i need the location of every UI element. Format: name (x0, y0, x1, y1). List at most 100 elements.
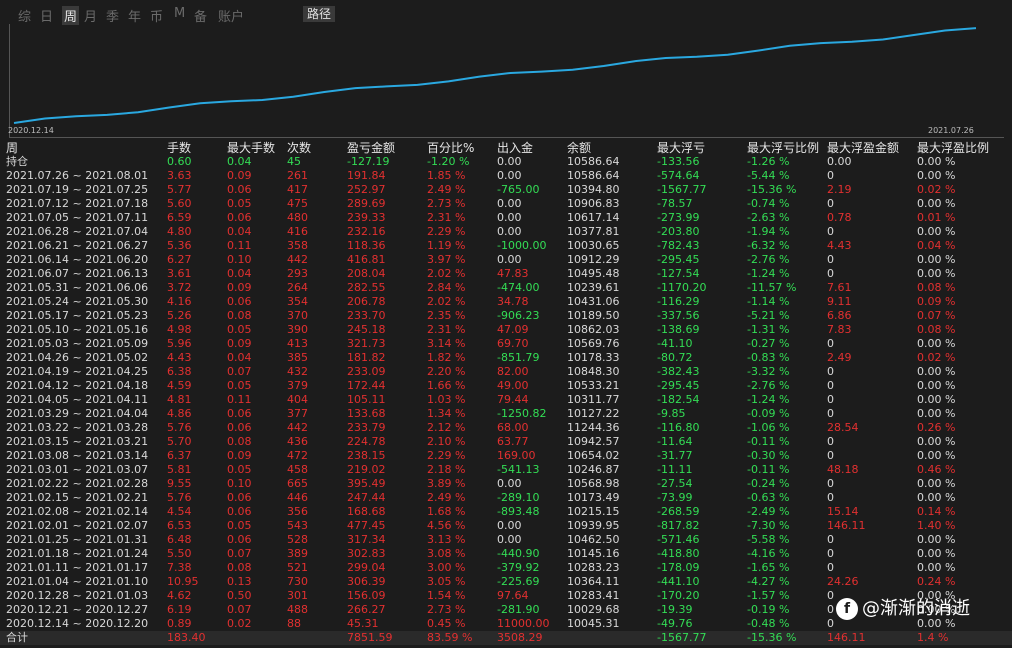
cell-col-6: 82.00 (497, 365, 529, 378)
cell-col-3: 354 (287, 295, 308, 308)
cell-col-5: 3.08 % (427, 547, 466, 560)
cell-col-10: 2.19 (827, 183, 852, 196)
route-button[interactable]: 路径 (303, 6, 336, 22)
cell-col-8: -295.45 (657, 253, 700, 266)
cell-col-3: 404 (287, 393, 308, 406)
equity-chart-svg (13, 27, 977, 124)
cell-col-6: 34.78 (497, 295, 529, 308)
cell-col-9: -0.24 % (747, 477, 790, 490)
cell-col-5: -1.20 % (427, 155, 470, 168)
cell-col-10: 0 (827, 561, 834, 574)
cell-col-0: 2021.02.15 ~ 2021.02.21 (6, 491, 149, 504)
cell-col-0: 2021.03.08 ~ 2021.03.14 (6, 449, 149, 462)
cell-col-2: 0.04 (227, 267, 252, 280)
cell-col-8: -1170.20 (657, 281, 707, 294)
cell-col-7: 10127.22 (567, 407, 620, 420)
tab-2[interactable]: 周 (62, 6, 80, 25)
cell-col-4: 306.39 (347, 575, 386, 588)
cell-col-9: -1.14 % (747, 295, 790, 308)
cell-col-2: 0.13 (227, 575, 252, 588)
cell-col-5: 3.89 % (427, 477, 466, 490)
cell-col-3: 301 (287, 589, 308, 602)
cell-col-4: 168.68 (347, 505, 386, 518)
cell-col-7: 11244.36 (567, 421, 620, 434)
table-row: 2021.04.26 ~ 2021.05.02 4.43 0.04 385 181.82… (0, 351, 1012, 365)
table-row: 2021.06.07 ~ 2021.06.13 3.61 0.04 293 208.04… (0, 267, 1012, 281)
tab-4[interactable]: 季 (106, 6, 119, 25)
cell-col-11: 0.02 % (917, 183, 956, 196)
cell-col-4: 191.84 (347, 169, 386, 182)
table-row: 2021.06.28 ~ 2021.07.04 4.80 0.04 416 232.16… (0, 225, 1012, 239)
cell-col-9: -0.11 % (747, 463, 790, 476)
chart-start-date: 2020.12.14 (8, 126, 54, 135)
cell-col-3: 442 (287, 253, 308, 266)
cell-col-10: 0 (827, 547, 834, 560)
cell-col-1: 6.48 (167, 533, 192, 546)
cell-col-7: 10906.83 (567, 197, 620, 210)
cell-col-2: 0.07 (227, 603, 252, 616)
cell-col-10: 0 (827, 337, 834, 350)
cell-col-0: 2021.07.19 ~ 2021.07.25 (6, 183, 149, 196)
cell-col-9: -2.63 % (747, 211, 790, 224)
table-row: 2021.03.01 ~ 2021.03.07 5.81 0.05 458 219.02… (0, 463, 1012, 477)
cell-col-2: 0.50 (227, 589, 252, 602)
cell-col-7: 10848.30 (567, 365, 620, 378)
tab-3[interactable]: 月 (84, 6, 97, 25)
cell-col-4: 238.15 (347, 449, 386, 462)
tab-5[interactable]: 年 (128, 6, 141, 25)
tab-0[interactable]: 综 (18, 6, 31, 25)
cell-col-4: 233.70 (347, 309, 386, 322)
cell-col-9: -0.19 % (747, 603, 790, 616)
cell-col-2: 0.11 (227, 393, 252, 406)
cell-col-8: -268.59 (657, 505, 700, 518)
cell-col-9: -1.65 % (747, 561, 790, 574)
cell-col-0: 2021.05.31 ~ 2021.06.06 (6, 281, 149, 294)
tab-7[interactable]: M (174, 6, 185, 21)
cell-col-1: 3.63 (167, 169, 192, 182)
cell-col-2: 0.05 (227, 323, 252, 336)
cell-col-10: 24.26 (827, 575, 859, 588)
cell-col-4: 477.45 (347, 519, 386, 532)
cell-col-10: 0 (827, 435, 834, 448)
table-row: 2021.02.22 ~ 2021.02.28 9.55 0.10 665 395.49… (0, 477, 1012, 491)
cell-col-5: 1.85 % (427, 169, 466, 182)
cell-col-3: 358 (287, 239, 308, 252)
cell-col-6: 79.44 (497, 393, 529, 406)
tab-1[interactable]: 日 (40, 6, 53, 25)
tab-8[interactable]: 备 (194, 6, 207, 25)
cell-col-3: 45 (287, 155, 301, 168)
cell-col-8: -116.29 (657, 295, 700, 308)
cell-col-0: 2021.03.15 ~ 2021.03.21 (6, 435, 149, 448)
cell-col-0: 2021.02.01 ~ 2021.02.07 (6, 519, 149, 532)
cell-col-1: 4.80 (167, 225, 192, 238)
cell-col-11: 0.24 % (917, 575, 956, 588)
cell-col-9: -0.09 % (747, 407, 790, 420)
cell-col-0: 2021.06.28 ~ 2021.07.04 (6, 225, 149, 238)
cell-col-6: 出入金 (497, 141, 534, 155)
cell-col-4: 105.11 (347, 393, 386, 406)
table-row: 2021.05.31 ~ 2021.06.06 3.72 0.09 264 282.55… (0, 281, 1012, 295)
cell-col-9: -0.63 % (747, 491, 790, 504)
tab-6[interactable]: 币 (150, 6, 163, 25)
cell-col-9: -1.26 % (747, 155, 790, 168)
cell-col-6: 49.00 (497, 379, 529, 392)
cell-col-0: 2021.03.29 ~ 2021.04.04 (6, 407, 149, 420)
cell-col-2: 0.06 (227, 421, 252, 434)
cell-col-3: 446 (287, 491, 308, 504)
cell-col-9: -0.48 % (747, 617, 790, 630)
cell-col-8: -9.85 (657, 407, 686, 420)
cell-col-9: -6.32 % (747, 239, 790, 252)
cell-col-3: 413 (287, 337, 308, 350)
cell-col-4: 224.78 (347, 435, 386, 448)
table-row: 2021.04.12 ~ 2021.04.18 4.59 0.05 379 172.44… (0, 379, 1012, 393)
cell-col-0: 2021.05.17 ~ 2021.05.23 (6, 309, 149, 322)
cell-col-2: 0.07 (227, 365, 252, 378)
cell-col-4: 266.27 (347, 603, 386, 616)
cell-col-2: 0.06 (227, 533, 252, 546)
table-row: 2021.07.05 ~ 2021.07.11 6.59 0.06 480 239.33… (0, 211, 1012, 225)
table-row: 2021.01.04 ~ 2021.01.10 10.95 0.13 730 306.3… (0, 575, 1012, 589)
cell-col-10: 7.61 (827, 281, 852, 294)
cell-col-5: 2.29 % (427, 449, 466, 462)
cell-col-8: -80.72 (657, 351, 693, 364)
tab-9[interactable]: 账户 (218, 6, 244, 25)
